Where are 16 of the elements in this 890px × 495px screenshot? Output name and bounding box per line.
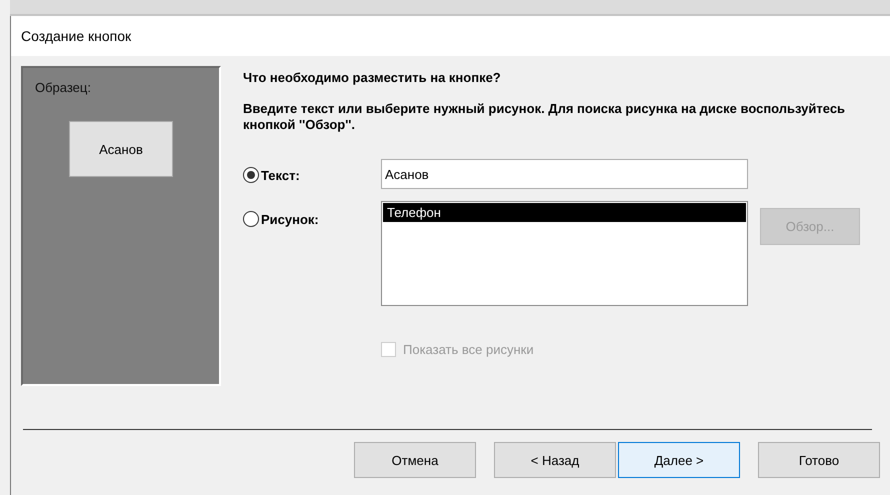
window-title: Создание кнопок — [11, 16, 890, 56]
radio-button[interactable] — [243, 167, 259, 183]
picture-list[interactable]: Телефон — [381, 201, 748, 306]
wizard-button[interactable]: Готово — [758, 442, 880, 478]
wizard-button[interactable]: < Назад — [494, 442, 616, 478]
option-label: Рисунок: — [261, 212, 319, 226]
question-text: Что необходимо разместить на кнопке? — [243, 70, 502, 85]
wizard-button[interactable]: Далее > — [618, 442, 740, 478]
wizard-button[interactable]: Отмена — [354, 442, 476, 478]
preview-label: Образец: — [35, 80, 91, 95]
instructions-text: Введите текст или выберите нужный рисунок. Для поиска рисунка на диске воспользуйтесь кнопкой ''Обзор''. — [243, 101, 846, 133]
list-item[interactable]: Телефон — [383, 203, 746, 222]
radio-button[interactable] — [243, 211, 259, 227]
option-label: Текст: — [261, 168, 300, 182]
text-field[interactable]: Асанов — [381, 159, 748, 189]
checkbox-label: Показать все рисунки — [403, 342, 534, 357]
